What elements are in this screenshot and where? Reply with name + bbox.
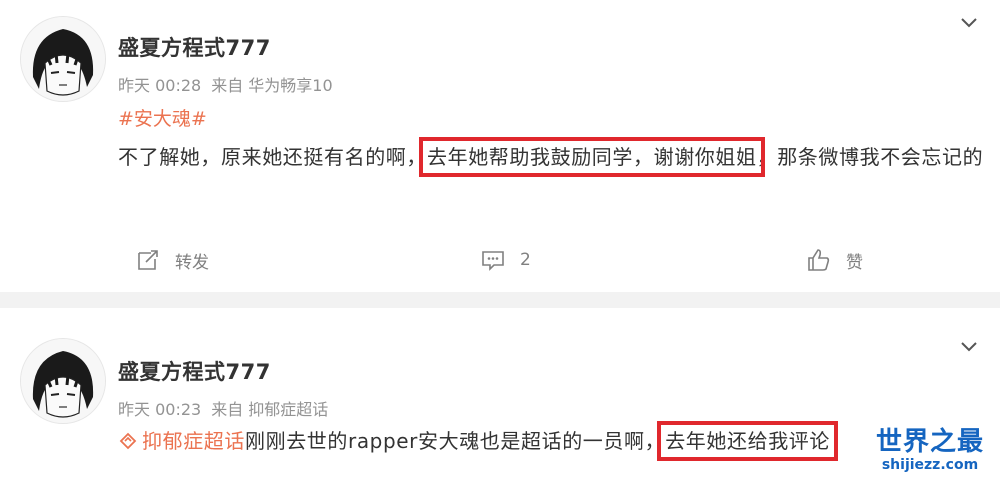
post-source: 来自 抑郁症超话 <box>211 400 329 419</box>
post-meta: 昨天 00:23 来自 抑郁症超话 <box>118 396 338 420</box>
comment-button[interactable]: 2 <box>480 240 531 280</box>
highlighted-text: 去年她帮助我鼓励同学，谢谢你姐姐 <box>419 137 765 177</box>
post-actions: 转发 2 赞 <box>0 240 1000 280</box>
comment-icon <box>482 251 504 271</box>
avatar[interactable] <box>20 16 106 102</box>
repost-label: 转发 <box>175 252 209 273</box>
post-source: 来自 华为畅享10 <box>211 76 333 95</box>
like-label: 赞 <box>846 252 863 273</box>
watermark-url: shijiezz.com <box>881 457 979 473</box>
super-topic-label: 抑郁症超话 <box>142 429 245 453</box>
post-text-part: ，那条微博我不会忘记的 <box>756 145 984 169</box>
post-time[interactable]: 昨天 00:23 <box>118 400 201 419</box>
site-watermark: 世界之最 shijiezz.com <box>870 427 990 477</box>
super-topic-link[interactable]: 抑郁症超话 <box>118 429 245 453</box>
topic-link[interactable]: #安大魂# <box>118 104 207 131</box>
post-text: 抑郁症超话刚刚去世的rapper安大魂也是超话的一员啊，去年她还给我评论 <box>118 421 988 461</box>
chevron-down-icon[interactable] <box>956 334 982 360</box>
like-button[interactable]: 赞 <box>806 240 863 280</box>
post-text: 不了解她，原来她还挺有名的啊，去年她帮助我鼓励同学，谢谢你姐姐，那条微博我不会忘… <box>118 137 988 177</box>
super-topic-icon <box>119 432 137 450</box>
repost-button[interactable]: 转发 <box>135 240 209 280</box>
feed-separator <box>0 292 1000 308</box>
post-meta: 昨天 00:28 来自 华为畅享10 <box>118 72 343 96</box>
post-time[interactable]: 昨天 00:28 <box>118 76 201 95</box>
like-icon <box>808 249 830 271</box>
watermark-title: 世界之最 <box>875 427 984 457</box>
feed-post: 盛夏方程式777 昨天 00:23 来自 抑郁症超话 抑郁症超话刚刚去世的rapp… <box>0 308 1000 483</box>
chevron-down-icon[interactable] <box>956 10 982 36</box>
repost-icon <box>138 250 158 270</box>
post-text-part: 不了解她，原来她还挺有名的啊， <box>118 145 427 169</box>
username[interactable]: 盛夏方程式777 <box>118 32 271 62</box>
username[interactable]: 盛夏方程式777 <box>118 356 271 386</box>
feed-post: 盛夏方程式777 昨天 00:28 来自 华为畅享10 #安大魂# 不了解她，原来… <box>0 0 1000 292</box>
post-text-part: 刚刚去世的rapper安大魂也是超话的一员啊， <box>245 429 666 453</box>
highlighted-text: 去年她还给我评论 <box>657 421 839 461</box>
avatar[interactable] <box>20 338 106 424</box>
comment-count: 2 <box>520 250 531 270</box>
